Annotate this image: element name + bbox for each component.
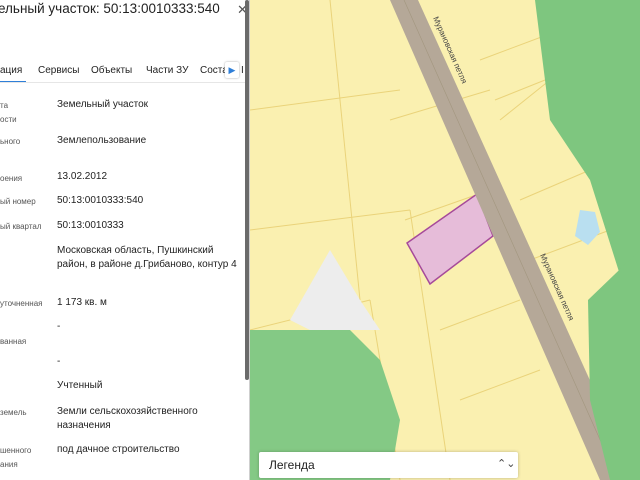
field-value: -	[57, 356, 61, 367]
field-value: -	[57, 321, 61, 332]
legend-label: Легенда	[269, 458, 315, 472]
field-value: 1 173 кв. м	[57, 297, 107, 308]
map-view[interactable]: Мурановская петля Мурановская петля	[250, 0, 640, 480]
tab-info[interactable]: ация	[0, 65, 22, 76]
field-label: земель	[0, 408, 27, 417]
info-panel: ельный участок: 50:13:0010333:540 ✕ ация…	[0, 0, 250, 480]
field-value: Землепользование	[57, 135, 147, 146]
field-label: та	[0, 101, 9, 110]
field-label: ый номер	[0, 197, 36, 206]
field-label: ьного	[0, 137, 21, 146]
legend-select[interactable]: Легенда ⌃⌄	[259, 452, 518, 478]
chevron-updown-icon: ⌃⌄	[497, 458, 516, 470]
field-label: ости	[0, 115, 17, 124]
tab-composition[interactable]: Соста	[200, 65, 228, 76]
page-title: ельный участок: 50:13:0010333:540	[0, 1, 220, 16]
tab-more[interactable]: I	[241, 65, 244, 76]
field-value: Учтенный	[57, 380, 103, 391]
field-label: уточненная	[0, 299, 43, 308]
divider	[0, 82, 246, 83]
field-value: 50:13:0010333	[57, 220, 124, 231]
field-value: 13.02.2012	[57, 171, 108, 182]
field-value: Земли сельскохозяйственного назначения	[57, 406, 198, 431]
field-value: под дачное строительство	[57, 444, 180, 455]
field-label: оения	[0, 174, 23, 183]
tabs-next-arrow-icon[interactable]: ▶	[225, 62, 239, 78]
field-address: Московская область, Пушкинский район, в …	[57, 245, 237, 270]
field-label: ый квартал	[0, 222, 42, 231]
field-value: 50:13:0010333:540	[57, 195, 144, 206]
field-label: шенного	[0, 446, 32, 455]
tab-objects[interactable]: Объекты	[91, 65, 132, 76]
map-canvas[interactable]: Мурановская петля Мурановская петля	[250, 0, 640, 480]
tab-parts[interactable]: Части ЗУ	[146, 65, 188, 76]
field-label: ания	[0, 460, 18, 469]
field-label: ванная	[0, 337, 27, 346]
tab-services[interactable]: Сервисы	[38, 65, 79, 76]
tab-bar: ация Сервисы Объекты Части ЗУ Соста ▶ I	[0, 58, 246, 83]
field-value: Земельный участок	[57, 99, 149, 110]
